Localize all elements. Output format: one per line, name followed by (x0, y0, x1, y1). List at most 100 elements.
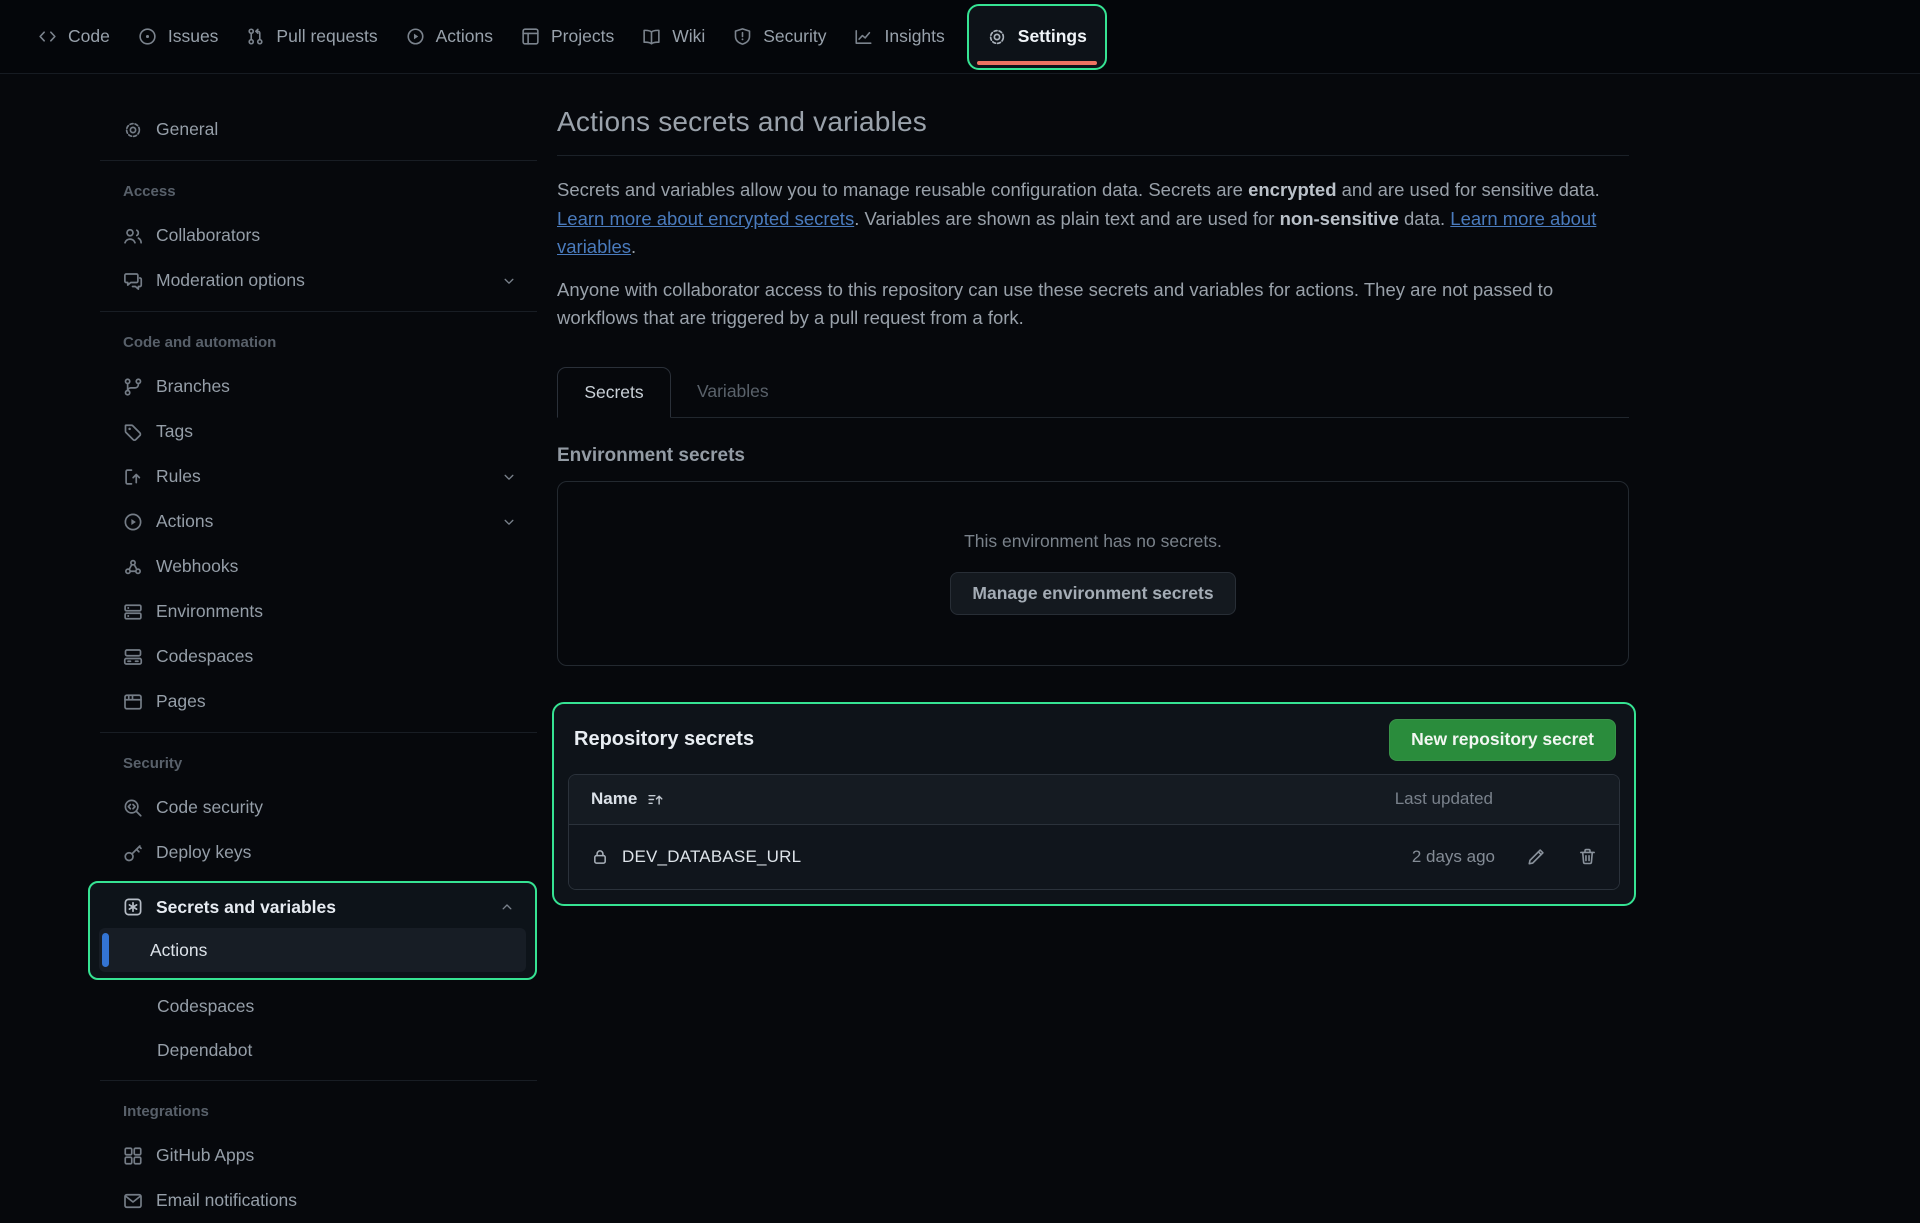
tab-secrets[interactable]: Secrets (557, 367, 671, 418)
sidebar-item-deploy-keys[interactable]: Deploy keys (100, 830, 537, 875)
nav-tab-code[interactable]: Code (24, 0, 124, 74)
sidebar-item-label: Email notifications (156, 1190, 297, 1211)
people-icon (123, 226, 143, 246)
sidebar-item-label: GitHub Apps (156, 1145, 254, 1166)
intro-bold-encrypted: encrypted (1248, 179, 1336, 200)
annotation-box-settings: Settings (967, 4, 1107, 70)
secret-updated: 2 days ago (1412, 847, 1495, 867)
sidebar-item-rules[interactable]: Rules (100, 454, 537, 499)
active-tab-underline (977, 61, 1097, 65)
repository-secrets-heading: Repository secrets (574, 728, 754, 751)
tab-variables[interactable]: Variables (671, 367, 795, 417)
issue-icon (138, 27, 157, 46)
git-branch-icon (123, 377, 143, 397)
sort-ascending-icon[interactable] (647, 791, 664, 808)
environment-secrets-heading: Environment secrets (557, 445, 1629, 467)
sidebar-item-email-notifications[interactable]: Email notifications (100, 1178, 537, 1223)
sidebar-item-label: Rules (156, 466, 201, 487)
nav-tab-pull-requests[interactable]: Pull requests (232, 0, 391, 74)
nav-tab-projects[interactable]: Projects (507, 0, 628, 74)
sidebar-item-branches[interactable]: Branches (100, 364, 537, 409)
sidebar-item-secrets-actions[interactable]: Actions (99, 928, 526, 972)
apps-grid-icon (123, 1146, 143, 1166)
collaborator-paragraph: Anyone with collaborator access to this … (557, 276, 1629, 333)
divider (100, 311, 537, 312)
table-icon (521, 27, 540, 46)
intro-paragraph: Secrets and variables allow you to manag… (557, 176, 1629, 262)
sidebar-item-secrets-dependabot[interactable]: Dependabot (100, 1028, 537, 1072)
play-circle-icon (123, 512, 143, 532)
sidebar-item-environments[interactable]: Environments (100, 589, 537, 634)
nav-tab-insights[interactable]: Insights (840, 0, 958, 74)
sidebar-item-tags[interactable]: Tags (100, 409, 537, 454)
tag-icon (123, 422, 143, 442)
settings-sidebar: General Access Collaborators Moderation … (100, 74, 537, 1223)
sidebar-item-label: Dependabot (157, 1040, 252, 1061)
lock-icon (591, 848, 609, 866)
nav-tab-label: Insights (884, 26, 944, 47)
sidebar-item-label: Pages (156, 691, 206, 712)
nav-tab-settings[interactable]: Settings (1018, 26, 1087, 47)
chevron-up-icon (499, 899, 515, 915)
sidebar-item-label: Collaborators (156, 225, 260, 246)
divider (100, 160, 537, 161)
browser-icon (123, 692, 143, 712)
code-icon (38, 27, 57, 46)
sidebar-section-access: Access (100, 169, 537, 213)
code-scan-icon (123, 798, 143, 818)
codespaces-icon (123, 647, 143, 667)
link-encrypted-secrets[interactable]: Learn more about encrypted secrets (557, 208, 854, 229)
new-repository-secret-button[interactable]: New repository secret (1389, 719, 1616, 761)
sidebar-item-codespaces[interactable]: Codespaces (100, 634, 537, 679)
intro-text: Secrets and variables allow you to manag… (557, 179, 1248, 200)
selected-accent-bar (102, 933, 109, 967)
sidebar-section-integrations: Integrations (100, 1089, 537, 1133)
sidebar-item-pages[interactable]: Pages (100, 679, 537, 724)
last-updated-column-header: Last updated (1395, 789, 1493, 809)
divider (557, 155, 1629, 156)
sidebar-item-code-security[interactable]: Code security (100, 785, 537, 830)
nav-tab-actions[interactable]: Actions (392, 0, 507, 74)
manage-environment-secrets-button[interactable]: Manage environment secrets (950, 572, 1235, 615)
sidebar-item-general[interactable]: General (100, 107, 537, 152)
shield-icon (733, 27, 752, 46)
sidebar-item-label: Branches (156, 376, 230, 397)
main-content: Actions secrets and variables Secrets an… (557, 74, 1629, 906)
repository-secrets-header: Repository secrets New repository secret (568, 712, 1620, 764)
nav-tab-label: Code (68, 26, 110, 47)
nav-tab-security[interactable]: Security (719, 0, 840, 74)
sidebar-item-label: Deploy keys (156, 842, 251, 863)
intro-bold-non-sensitive: non-sensitive (1280, 208, 1399, 229)
sidebar-item-webhooks[interactable]: Webhooks (100, 544, 537, 589)
mail-icon (123, 1191, 143, 1211)
gear-icon (123, 120, 143, 140)
chevron-down-icon (501, 273, 517, 289)
delete-secret-button[interactable] (1578, 847, 1597, 866)
sidebar-section-security: Security (100, 741, 537, 785)
nav-tab-label: Actions (436, 26, 493, 47)
graph-icon (854, 27, 873, 46)
nav-tab-issues[interactable]: Issues (124, 0, 233, 74)
sidebar-item-collaborators[interactable]: Collaborators (100, 213, 537, 258)
sidebar-item-label: Code security (156, 797, 263, 818)
nav-tab-wiki[interactable]: Wiki (628, 0, 719, 74)
nav-tab-label: Wiki (672, 26, 705, 47)
chevron-down-icon (501, 469, 517, 485)
sidebar-item-actions[interactable]: Actions (100, 499, 537, 544)
sidebar-item-secrets-and-variables[interactable]: Secrets and variables (90, 886, 535, 928)
annotation-box-secrets-and-variables: Secrets and variables Actions (88, 881, 537, 980)
sidebar-item-secrets-codespaces[interactable]: Codespaces (100, 984, 537, 1028)
key-icon (123, 843, 143, 863)
secrets-variables-tabs: Secrets Variables (557, 367, 1629, 418)
sidebar-item-github-apps[interactable]: GitHub Apps (100, 1133, 537, 1178)
divider (100, 1080, 537, 1081)
sidebar-item-label: Codespaces (156, 646, 253, 667)
sidebar-item-label: Actions (156, 511, 213, 532)
sidebar-item-moderation-options[interactable]: Moderation options (100, 258, 537, 303)
nav-tab-label: Projects (551, 26, 614, 47)
play-circle-icon (406, 27, 425, 46)
sidebar-section-code-automation: Code and automation (100, 320, 537, 364)
sidebar-item-label: Codespaces (157, 996, 254, 1017)
repo-nav: Code Issues Pull requests Actions Projec… (0, 0, 1920, 74)
edit-secret-button[interactable] (1527, 847, 1546, 866)
